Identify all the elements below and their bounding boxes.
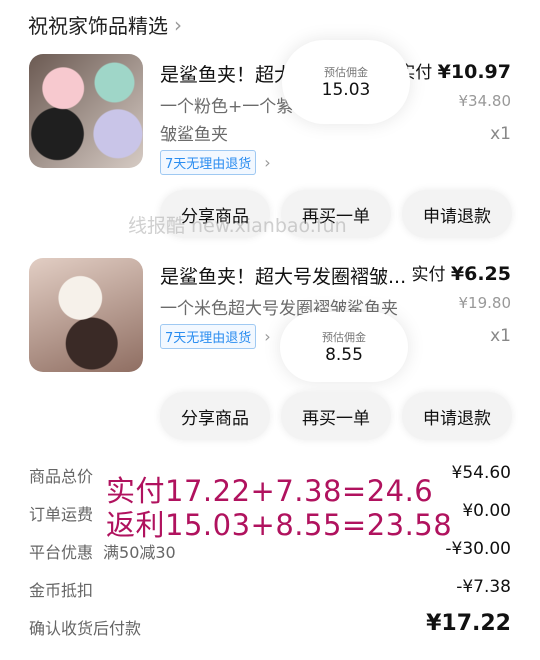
return-policy-tag[interactable]: 7天无理由退货	[160, 150, 257, 175]
shop-header[interactable]: 祝祝家饰品精选 ›	[28, 10, 182, 39]
platform-discount-value: -¥30.00	[445, 539, 511, 559]
estimated-commission-bubble: 预估佣金 15.03	[282, 40, 410, 124]
pay-after-receipt-value: ¥17.22	[426, 611, 511, 636]
request-refund-button[interactable]: 申请退款	[402, 190, 512, 238]
item-2-paid: 实付 ¥6.25	[411, 260, 511, 285]
goods-total-value: ¥54.60	[451, 463, 511, 483]
commission-label: 预估佣金	[324, 66, 368, 79]
shipping-label: 订单运费	[29, 505, 94, 524]
estimated-commission-bubble: 预估佣金 8.55	[280, 312, 408, 382]
shop-name[interactable]: 祝祝家饰品精选	[28, 10, 168, 39]
item-1-quantity: x1	[490, 124, 511, 144]
commission-value: 15.03	[321, 80, 371, 100]
item-2-original-price: ¥19.80	[458, 294, 512, 312]
chevron-right-icon[interactable]: ›	[264, 327, 270, 346]
return-policy-tag[interactable]: 7天无理由退货	[160, 324, 257, 349]
product-image-2[interactable]	[29, 258, 143, 372]
chevron-right-icon[interactable]: ›	[264, 153, 270, 172]
item-1-paid: 实付 ¥10.97	[398, 58, 511, 83]
item-2-quantity: x1	[490, 326, 511, 346]
request-refund-button[interactable]: 申请退款	[402, 392, 512, 440]
overlay-line-rebate: 返利15.03+8.55=23.58	[106, 508, 453, 542]
paid-amount: ¥6.25	[450, 263, 511, 285]
item-2-title[interactable]: 是鲨鱼夹！超大号发圈褶皱...	[160, 262, 414, 289]
paid-label: 实付	[411, 265, 446, 285]
buy-again-button[interactable]: 再买一单	[281, 392, 391, 440]
pay-after-receipt-label: 确认收货后付款	[29, 619, 142, 638]
coin-deduct-label: 金币抵扣	[29, 581, 94, 600]
goods-total-label: 商品总价	[29, 467, 94, 486]
item-1-variant-line2: 皱鲨鱼夹	[160, 125, 228, 145]
commission-value: 8.55	[325, 345, 363, 365]
item-1-title[interactable]: 是鲨鱼夹！超大	[160, 60, 300, 87]
item-1-original-price: ¥34.80	[458, 92, 512, 110]
paid-amount: ¥10.97	[437, 61, 511, 83]
platform-discount-note: 满50减30	[103, 543, 176, 562]
product-image-1[interactable]	[29, 54, 143, 168]
watermark: 线报酷 new.xianbao.fun	[128, 215, 347, 237]
commission-label: 预估佣金	[322, 331, 366, 344]
coin-deduct-value: -¥7.38	[456, 577, 511, 597]
shipping-value: ¥0.00	[462, 501, 511, 521]
share-product-button[interactable]: 分享商品	[160, 392, 270, 440]
chevron-right-icon[interactable]: ›	[174, 13, 182, 37]
platform-discount-title: 平台优惠	[29, 543, 94, 562]
